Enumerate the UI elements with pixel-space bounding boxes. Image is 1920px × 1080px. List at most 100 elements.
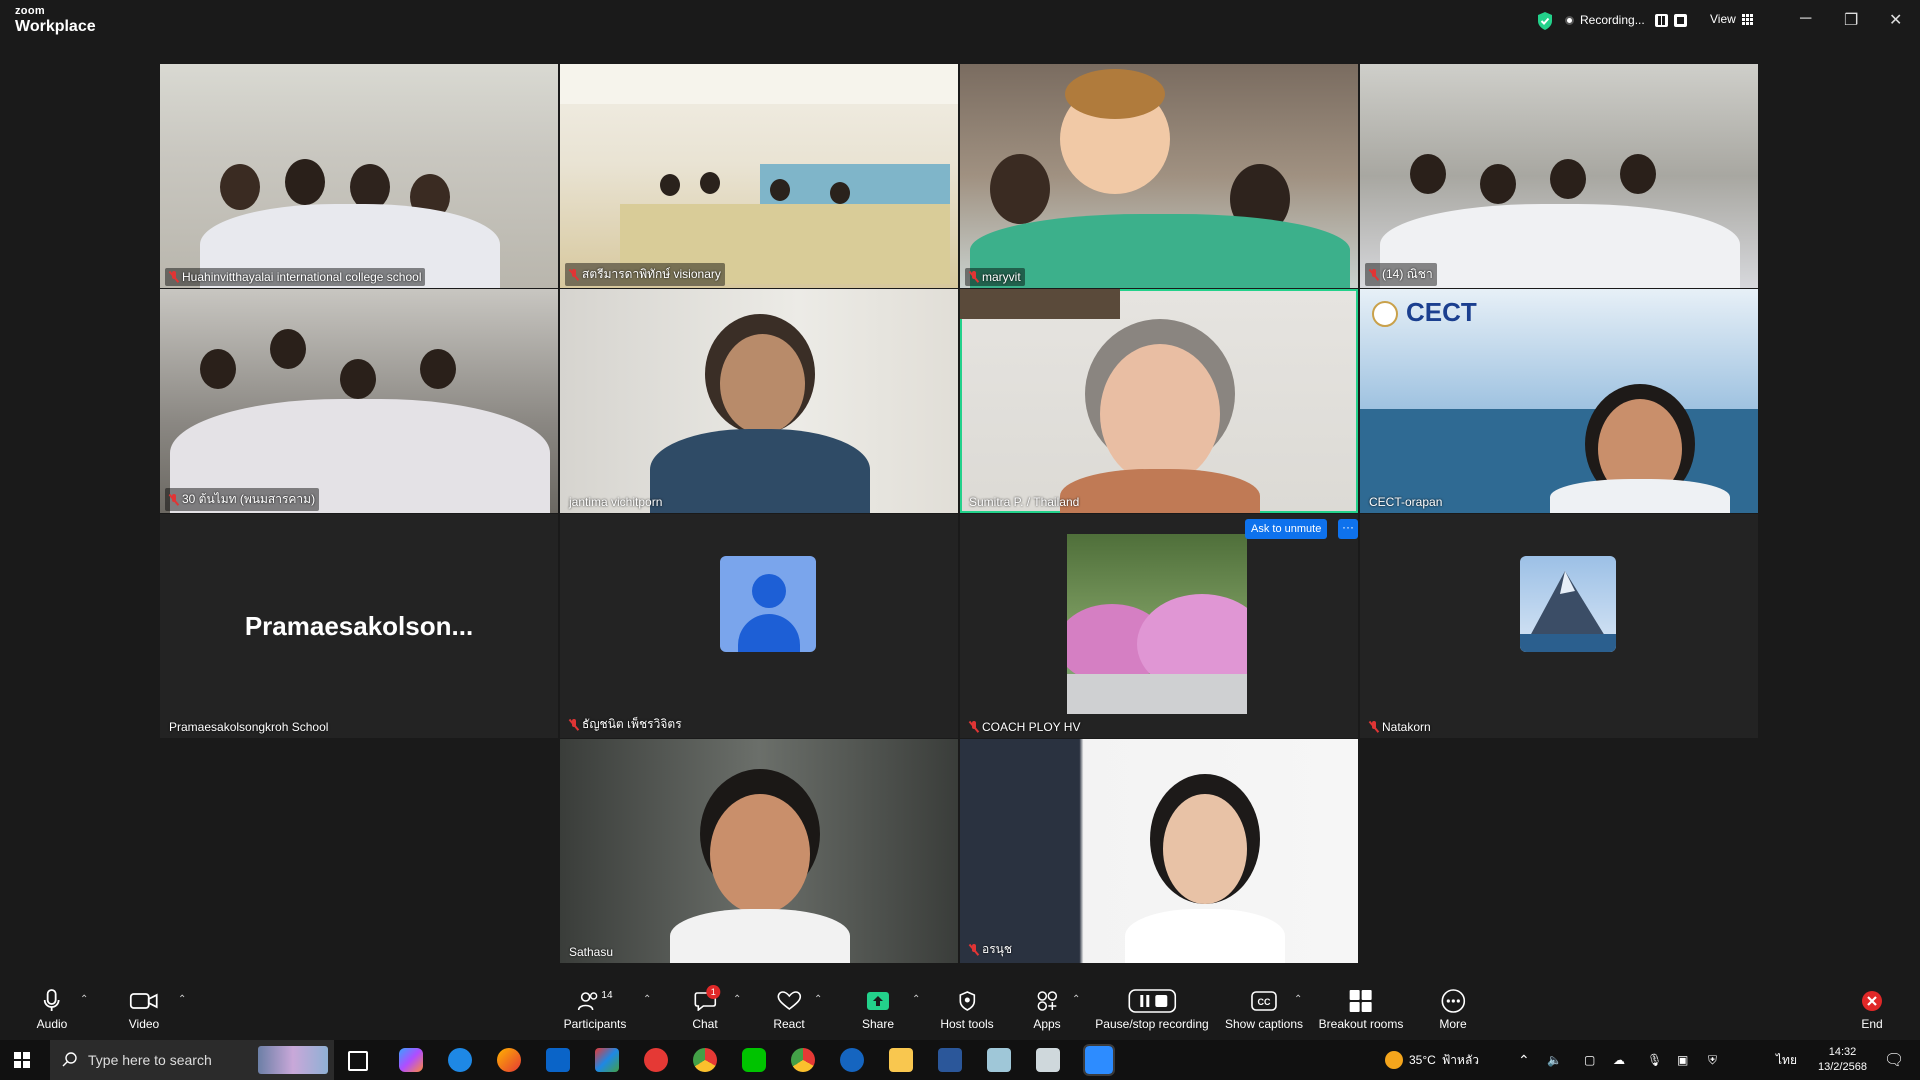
- zoom-app-icon[interactable]: [1083, 1044, 1115, 1076]
- firefox-icon[interactable]: [497, 1048, 521, 1072]
- copilot-icon[interactable]: [399, 1048, 423, 1072]
- video-tile[interactable]: (14) ณิชา: [1360, 64, 1758, 288]
- captions-options-chevron-icon[interactable]: ⌃: [1294, 994, 1302, 1005]
- video-options-chevron-icon[interactable]: ⌃: [178, 994, 186, 1005]
- participant-name: (14) ณิชา: [1365, 263, 1437, 286]
- participants-options-chevron-icon[interactable]: ⌃: [643, 994, 651, 1005]
- notifications-icon[interactable]: 🗨: [1884, 1040, 1904, 1080]
- task-view-icon[interactable]: [348, 1051, 368, 1071]
- closed-captions-icon: CC: [1225, 988, 1303, 1014]
- notepad-icon[interactable]: [987, 1048, 1011, 1072]
- breakout-rooms-button[interactable]: Breakout rooms: [1318, 988, 1404, 1031]
- apps-label: Apps: [1033, 1017, 1061, 1031]
- video-tile[interactable]: maryvit: [960, 64, 1358, 288]
- audio-button[interactable]: Audio: [36, 988, 68, 1031]
- video-tile-off[interactable]: Natakorn: [1360, 514, 1758, 738]
- file-explorer-icon[interactable]: [889, 1048, 913, 1072]
- participant-name: maryvit: [965, 268, 1025, 286]
- close-icon[interactable]: ✕: [1889, 10, 1902, 30]
- video-tile-active-speaker[interactable]: Sumitra P. / Thailand: [960, 289, 1358, 513]
- stop-recording-icon[interactable]: [1674, 14, 1687, 27]
- chat-label: Chat: [692, 1017, 718, 1031]
- share-screen-icon: [862, 988, 894, 1014]
- show-hidden-icons-chevron-icon[interactable]: ⌃: [1518, 1040, 1530, 1080]
- pause-stop-recording-button[interactable]: Pause/stop recording: [1095, 988, 1209, 1031]
- pause-stop-recording-label: Pause/stop recording: [1095, 1017, 1209, 1031]
- onedrive-cloud-icon[interactable]: ☁: [1613, 1040, 1625, 1080]
- edge-browser-icon[interactable]: [448, 1048, 472, 1072]
- chrome-icon[interactable]: [693, 1048, 717, 1072]
- taskbar-search-input[interactable]: Type here to search: [50, 1040, 334, 1080]
- line-app-icon[interactable]: [742, 1048, 766, 1072]
- video-tile[interactable]: Sathasu: [560, 739, 958, 963]
- participant-name: Natakorn: [1365, 718, 1435, 736]
- participant-name: jantima vichitporn: [569, 495, 663, 509]
- network-icon[interactable]: ▣: [1677, 1040, 1688, 1080]
- ask-to-unmute-button[interactable]: Ask to unmute: [1245, 519, 1328, 539]
- share-button[interactable]: Share: [862, 988, 894, 1031]
- muted-mic-icon: [169, 493, 179, 506]
- brand-big: Workplace: [15, 18, 96, 35]
- participant-name: CECT-orapan: [1369, 495, 1443, 509]
- more-dots-icon: [1439, 988, 1466, 1014]
- app-w-icon[interactable]: [840, 1048, 864, 1072]
- zoom-logo: zoom Workplace: [15, 6, 96, 35]
- title-bar: zoom Workplace Recording... View ─ ❐ ✕: [0, 0, 1920, 42]
- heart-react-icon: [773, 988, 804, 1014]
- view-button[interactable]: View: [1710, 12, 1753, 26]
- outlook-icon[interactable]: [546, 1048, 570, 1072]
- host-tools-button[interactable]: Host tools: [940, 988, 994, 1031]
- microsoft-365-icon[interactable]: [595, 1048, 619, 1072]
- security-tray-icon[interactable]: ⛨: [1708, 1040, 1717, 1080]
- calculator-icon[interactable]: [1036, 1048, 1060, 1072]
- acrobat-icon[interactable]: [644, 1048, 668, 1072]
- restore-icon[interactable]: ❐: [1844, 10, 1858, 30]
- chrome-profile-icon[interactable]: [791, 1048, 815, 1072]
- weather-widget[interactable]: 35°C ฟ้าหลัว: [1385, 1040, 1479, 1080]
- breakout-rooms-label: Breakout rooms: [1318, 1017, 1404, 1031]
- recording-indicator: Recording...: [1565, 13, 1645, 27]
- view-label: View: [1710, 12, 1736, 26]
- end-meeting-icon: [1861, 988, 1883, 1014]
- participant-name: Huahinvitthayalai international college …: [165, 268, 426, 286]
- video-tile-off[interactable]: ธัญชนิต เพ็ชรวิจิตร: [560, 514, 958, 738]
- input-language[interactable]: ไทย: [1776, 1040, 1797, 1080]
- search-highlight-image: [258, 1046, 328, 1074]
- show-captions-button[interactable]: CC Show captions: [1225, 988, 1303, 1031]
- video-tile[interactable]: CECT CECT-orapan: [1360, 289, 1758, 513]
- react-button[interactable]: React: [773, 988, 805, 1031]
- end-meeting-button[interactable]: End: [1861, 988, 1883, 1031]
- participants-button[interactable]: 14 Participants: [564, 988, 627, 1032]
- video-tile-off[interactable]: COACH PLOY HV: [960, 514, 1358, 738]
- video-tile[interactable]: สตรีมารดาพิทักษ์ visionary: [560, 64, 958, 288]
- video-button[interactable]: Video: [129, 988, 159, 1031]
- audio-options-chevron-icon[interactable]: ⌃: [80, 994, 88, 1005]
- meet-now-icon[interactable]: ▢: [1584, 1040, 1595, 1080]
- video-tile-off[interactable]: Pramaesakolson... Pramaesakolsongkroh Sc…: [160, 514, 558, 738]
- mic-tray-icon[interactable]: 🎙: [1647, 1040, 1662, 1080]
- audio-label: Audio: [36, 1017, 68, 1031]
- chat-button[interactable]: 1 Chat: [692, 985, 721, 1031]
- tile-more-options-button[interactable]: ···: [1338, 519, 1358, 539]
- video-tile[interactable]: อรนุช: [960, 739, 1358, 963]
- minimize-icon[interactable]: ─: [1800, 10, 1811, 28]
- chat-options-chevron-icon[interactable]: ⌃: [733, 994, 741, 1005]
- word-icon[interactable]: [938, 1048, 962, 1072]
- muted-mic-icon: [569, 268, 579, 281]
- encryption-shield-icon[interactable]: [1536, 11, 1554, 31]
- apps-options-chevron-icon[interactable]: ⌃: [1072, 994, 1080, 1005]
- react-options-chevron-icon[interactable]: ⌃: [814, 994, 822, 1005]
- share-options-chevron-icon[interactable]: ⌃: [912, 994, 920, 1005]
- video-tile[interactable]: 30 ต้นไมท (พนมสารคาม): [160, 289, 558, 513]
- video-tile[interactable]: jantima vichitporn: [560, 289, 958, 513]
- clock[interactable]: 14:32 13/2/2568: [1818, 1040, 1867, 1080]
- pause-recording-icon[interactable]: [1655, 14, 1668, 27]
- participant-name: 30 ต้นไมท (พนมสารคาม): [165, 488, 320, 511]
- apps-button[interactable]: Apps: [1033, 988, 1061, 1031]
- cect-logo: CECT: [1406, 297, 1477, 327]
- windows-start-icon[interactable]: [14, 1052, 30, 1068]
- more-button[interactable]: More: [1439, 988, 1467, 1031]
- shield-host-icon: [940, 988, 993, 1014]
- video-tile[interactable]: Huahinvitthayalai international college …: [160, 64, 558, 288]
- speaker-icon[interactable]: 🔈: [1547, 1040, 1562, 1080]
